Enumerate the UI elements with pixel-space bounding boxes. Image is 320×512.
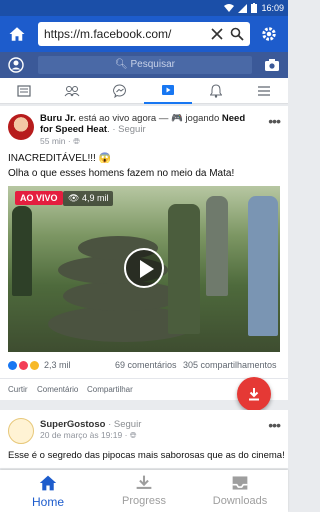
nav-home-label: Home bbox=[31, 495, 64, 509]
views-badge: 👁︎ 4,9 mil bbox=[63, 191, 114, 206]
signal-icon bbox=[238, 3, 248, 13]
avatar[interactable] bbox=[8, 418, 34, 444]
more-options-icon[interactable]: ••• bbox=[268, 417, 281, 433]
video-scene bbox=[206, 196, 228, 296]
download-icon bbox=[249, 388, 259, 401]
share-button[interactable]: Compartilhar bbox=[87, 385, 133, 394]
tab-menu[interactable] bbox=[240, 78, 288, 104]
url-text: https://m.facebook.com/ bbox=[44, 27, 172, 41]
url-field[interactable]: https://m.facebook.com/ bbox=[38, 22, 250, 46]
video-scene bbox=[168, 204, 200, 334]
browser-toolbar: https://m.facebook.com/ bbox=[0, 16, 288, 52]
home-icon bbox=[39, 475, 57, 491]
gear-icon[interactable] bbox=[260, 25, 278, 43]
nav-downloads-label: Downloads bbox=[212, 495, 268, 507]
battery-icon bbox=[251, 3, 258, 13]
download-fab[interactable] bbox=[237, 377, 271, 411]
post-action: está ao vivo agora — 🎮 jogando bbox=[78, 113, 220, 124]
like-button[interactable]: Curtir bbox=[8, 385, 28, 394]
tab-news-feed[interactable] bbox=[0, 78, 48, 104]
reactions[interactable]: 2,3 mil bbox=[8, 360, 71, 370]
love-reaction-icon bbox=[19, 360, 28, 370]
news-feed-icon bbox=[17, 85, 31, 97]
nav-progress-label: Progress bbox=[121, 495, 167, 507]
nav-downloads[interactable]: Downloads bbox=[192, 470, 288, 512]
post-card: Buru Jr. está ao vivo agora — 🎮 jogando … bbox=[0, 106, 288, 400]
comment-button[interactable]: Comentário bbox=[37, 385, 78, 394]
author-name[interactable]: Buru Jr. bbox=[40, 113, 76, 124]
nav-progress[interactable]: Progress bbox=[96, 470, 192, 512]
post-time: 20 de março às 19:19 · 🌐︎ bbox=[40, 430, 137, 440]
post-time: 55 min · 🌐︎ bbox=[40, 136, 80, 146]
bottom-navigation: Home Progress Downloads bbox=[0, 470, 288, 512]
clear-icon[interactable] bbox=[210, 27, 224, 41]
video-player[interactable]: AO VIVO 👁︎ 4,9 mil bbox=[8, 186, 280, 352]
download-tray-icon bbox=[136, 475, 152, 489]
video-scene bbox=[12, 206, 32, 296]
post-text: Esse é o segredo das pipocas mais saboro… bbox=[8, 450, 285, 461]
globe-icon: 🌐︎ bbox=[73, 136, 80, 146]
tab-messenger[interactable] bbox=[96, 78, 144, 104]
clock: 16:09 bbox=[261, 3, 284, 13]
video-scene bbox=[248, 196, 278, 336]
search-small-icon: 🔍︎ bbox=[115, 59, 131, 70]
comment-count[interactable]: 69 comentários bbox=[115, 360, 177, 370]
eye-icon: 👁︎ bbox=[68, 193, 82, 203]
fb-search-bar: 🔍︎ Pesquisar bbox=[0, 52, 288, 78]
follow-link[interactable]: · Seguir bbox=[112, 124, 145, 135]
globe-icon: 🌐︎ bbox=[129, 430, 137, 440]
menu-icon bbox=[258, 86, 270, 96]
camera-icon[interactable] bbox=[264, 57, 280, 73]
live-badge: AO VIVO bbox=[15, 191, 63, 205]
post-header: SuperGostoso · Seguir 20 de março às 19:… bbox=[40, 419, 141, 441]
friends-icon bbox=[64, 86, 80, 97]
reaction-count: 2,3 mil bbox=[44, 360, 71, 370]
tab-notifications[interactable] bbox=[192, 78, 240, 104]
wifi-icon bbox=[224, 3, 235, 12]
home-icon[interactable] bbox=[8, 25, 26, 43]
like-reaction-icon bbox=[8, 360, 17, 370]
post-text-2: Olha o que esses homens fazem no meio da… bbox=[8, 168, 235, 179]
messenger-icon bbox=[113, 84, 126, 98]
follow-link[interactable]: · Seguir bbox=[108, 419, 141, 430]
video-scene bbox=[63, 281, 183, 311]
more-options-icon[interactable]: ••• bbox=[268, 113, 281, 129]
author-name[interactable]: SuperGostoso bbox=[40, 419, 105, 430]
tab-friends[interactable] bbox=[48, 78, 96, 104]
search-placeholder: Pesquisar bbox=[130, 59, 175, 70]
tab-watch[interactable] bbox=[144, 78, 192, 104]
bell-icon bbox=[210, 84, 222, 98]
fb-search-input[interactable]: 🔍︎ Pesquisar bbox=[38, 56, 252, 74]
wow-reaction-icon bbox=[30, 360, 39, 370]
avatar[interactable] bbox=[8, 114, 34, 140]
inbox-icon bbox=[232, 476, 248, 490]
status-bar: 16:09 bbox=[0, 0, 288, 16]
nav-home[interactable]: Home bbox=[0, 470, 96, 512]
account-icon[interactable] bbox=[8, 57, 24, 73]
post-card: SuperGostoso · Seguir 20 de março às 19:… bbox=[0, 410, 288, 468]
post-text-1: INACREDITÁVEL!!! 😱 bbox=[8, 153, 112, 164]
fb-tab-bar bbox=[0, 78, 288, 104]
post-header: Buru Jr. está ao vivo agora — 🎮 jogando … bbox=[40, 113, 255, 147]
share-count[interactable]: 305 compartilhamentos bbox=[183, 360, 277, 370]
play-button[interactable] bbox=[124, 248, 164, 288]
search-icon[interactable] bbox=[230, 27, 244, 41]
watch-icon bbox=[162, 85, 174, 95]
